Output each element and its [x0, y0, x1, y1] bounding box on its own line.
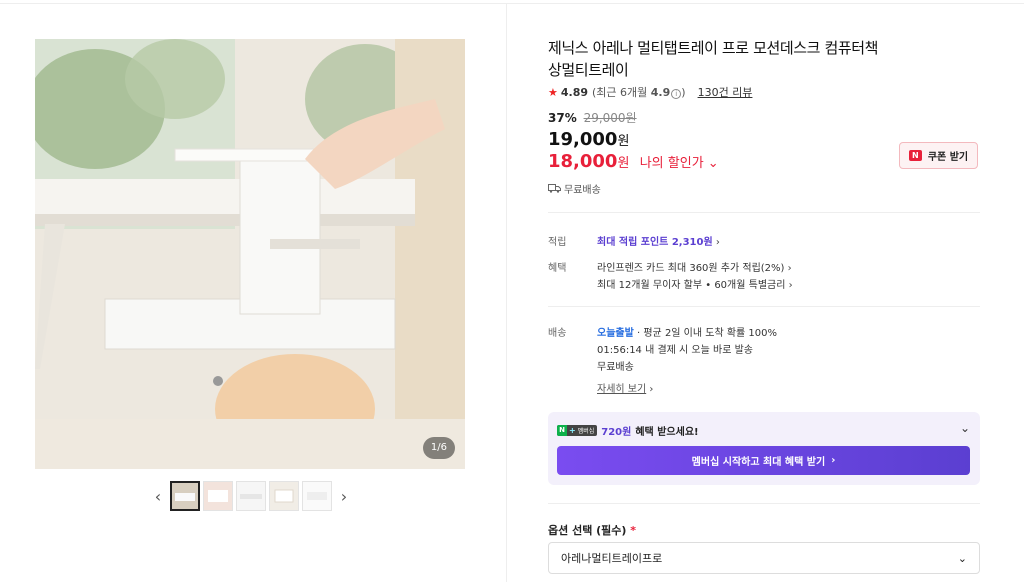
my-price-value: 18,000	[548, 151, 618, 172]
delivery-cutoff: 01:56:14 내 결제 시 오늘 바로 발송	[597, 345, 753, 356]
option-selected-value: 아레나멀티트레이프로	[561, 552, 663, 565]
coupon-button[interactable]: N 쿠폰 받기	[899, 142, 978, 169]
original-price: 29,000원	[583, 111, 637, 125]
installment-text: 최대 12개월 무이자 할부 • 60개월 특별금리	[597, 280, 786, 291]
truck-icon	[548, 184, 561, 193]
delivery-label: 배송	[548, 328, 567, 339]
delivery-free: 무료배송	[597, 362, 634, 373]
chevron-right-icon: ›	[787, 263, 792, 274]
point-label: 적립	[548, 237, 567, 248]
my-discount-price[interactable]: 18,000원 나의 할인가 ⌄	[548, 151, 719, 172]
divider	[548, 212, 980, 213]
star-icon: ★	[548, 85, 558, 99]
membership-amount: 720원	[601, 427, 632, 438]
thumbnail-prev-icon[interactable]: ‹	[148, 481, 168, 511]
membership-badge-text: 멤버십	[577, 428, 595, 435]
membership-button-label: 멤버십 시작하고 최대 혜택 받기	[691, 457, 826, 468]
rating-recent-prefix: (최근 6개월	[592, 86, 651, 99]
membership-box: N + 멤버십 720원 혜택 받으세요! ⌄ 멤버십 시작하고 최대 혜택 받기 …	[548, 412, 980, 485]
free-shipping-label: 무료배송	[564, 185, 601, 196]
thumbnail-3[interactable]	[236, 481, 266, 511]
thumbnail-1[interactable]	[170, 481, 200, 511]
rating-recent: (최근 6개월 4.9 i)	[592, 84, 686, 100]
original-price-row: 37% 29,000원	[548, 109, 637, 126]
product-main-image[interactable]: 1/6	[35, 39, 465, 469]
rating-recent-score: 4.9	[650, 86, 671, 99]
benefit-label: 혜택	[548, 263, 567, 274]
required-mark: *	[630, 524, 637, 537]
column-divider	[506, 4, 507, 582]
delivery-detail-link[interactable]: 자세히 보기 ›	[597, 380, 653, 395]
option-select[interactable]: 아레나멀티트레이프로 ⌄	[548, 542, 980, 574]
product-title: 제닉스 아레나 멀티탭트레이 프로 모션데스크 컴퓨터책상멀티트레이	[548, 39, 879, 79]
chevron-down-icon[interactable]: ⌄	[960, 421, 970, 435]
my-price-label-text: 나의 할인가	[639, 156, 704, 171]
card-benefit-text: 라인프렌즈 카드 최대 360원 추가 적립(2%)	[597, 263, 785, 274]
coupon-logo-icon: N	[908, 150, 922, 161]
my-price-unit: 원	[617, 156, 630, 171]
card-benefit-link[interactable]: 라인프렌즈 카드 최대 360원 추가 적립(2%) ›	[597, 259, 792, 274]
installment-link[interactable]: 최대 12개월 무이자 할부 • 60개월 특별금리 ›	[597, 276, 793, 291]
delivery-today-row: 오늘출발 · 평균 2일 이내 도착 확률 100%	[597, 328, 778, 339]
rating-row: ★ 4.89 (최근 6개월 4.9 i) 130건 리뷰	[548, 84, 752, 100]
sale-price-unit: 원	[617, 134, 630, 149]
product-photo	[35, 39, 465, 469]
delivery-detail-text: 자세히 보기	[597, 384, 647, 395]
sale-price-value: 19,000	[548, 129, 618, 150]
option-label: 옵션 선택 (필수) *	[548, 522, 636, 538]
divider	[548, 306, 980, 307]
naver-logo-icon: N	[557, 425, 567, 436]
free-shipping: 무료배송	[548, 181, 601, 196]
coupon-button-label: 쿠폰 받기	[927, 152, 969, 163]
chevron-right-icon: ›	[831, 455, 836, 466]
point-link[interactable]: 최대 적립 포인트 2,310원 ›	[597, 233, 720, 248]
review-count-link[interactable]: 130건 리뷰	[698, 84, 753, 100]
thumbnail-2[interactable]	[203, 481, 233, 511]
chevron-right-icon: ›	[715, 237, 720, 248]
image-counter: 1/6	[422, 437, 455, 459]
plus-icon: +	[569, 426, 576, 435]
discount-rate: 37%	[548, 111, 577, 125]
thumbnail-strip: ‹ ›	[148, 480, 354, 512]
thumbnail-4[interactable]	[269, 481, 299, 511]
membership-text: 혜택 받으세요!	[635, 427, 699, 438]
rating-score: 4.89	[560, 85, 589, 99]
thumbnail-next-icon[interactable]: ›	[334, 481, 354, 511]
point-value: 최대 적립 포인트 2,310원	[597, 237, 713, 248]
info-icon[interactable]: i	[671, 89, 682, 99]
today-departure-badge: 오늘출발	[597, 328, 634, 339]
sale-price: 19,000원	[548, 129, 629, 150]
chevron-right-icon: ›	[649, 384, 654, 395]
divider	[548, 503, 980, 504]
option-label-text: 옵션 선택 (필수)	[548, 524, 627, 537]
my-price-label: 나의 할인가 ⌄	[640, 156, 719, 171]
chevron-down-icon: ⌄	[957, 551, 967, 565]
delivery-avg-text: 평균 2일 이내 도착 확률 100%	[643, 328, 778, 339]
thumbnail-5[interactable]	[302, 481, 332, 511]
chevron-right-icon: ›	[788, 280, 793, 291]
top-divider	[0, 3, 1024, 4]
membership-headline: N + 멤버십 720원 혜택 받으세요!	[557, 423, 699, 438]
rating-recent-suffix: )	[681, 86, 686, 99]
membership-start-button[interactable]: 멤버십 시작하고 최대 혜택 받기 ›	[557, 446, 970, 475]
chevron-down-icon: ⌄	[707, 156, 719, 171]
membership-badge: N + 멤버십	[557, 425, 598, 436]
